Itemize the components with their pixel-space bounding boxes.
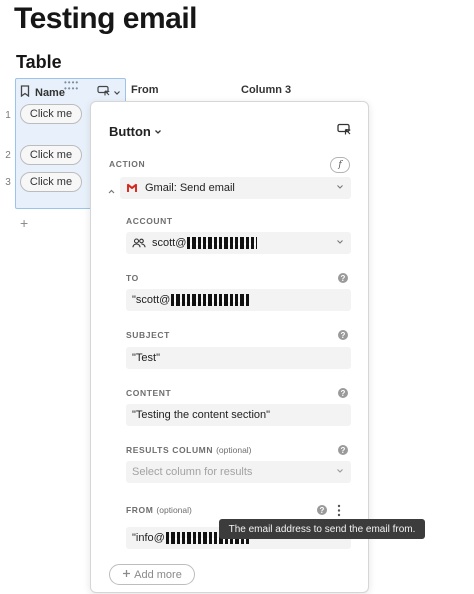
- to-value: "scott@: [132, 294, 171, 306]
- plus-icon: [122, 569, 131, 581]
- add-row-button[interactable]: +: [20, 215, 28, 231]
- column-type-icon[interactable]: [97, 84, 111, 102]
- name-column-header[interactable]: Name: [20, 85, 65, 100]
- action-label: ACTION: [109, 159, 146, 169]
- row-number: 1: [5, 110, 11, 121]
- collapse-chevron-icon[interactable]: [107, 183, 116, 201]
- help-icon[interactable]: ?: [317, 505, 327, 515]
- chevron-down-icon: [336, 237, 344, 249]
- tooltip: The email address to send the email from…: [219, 519, 425, 539]
- formula-icon: f: [338, 160, 342, 170]
- action-value: Gmail: Send email: [145, 182, 235, 194]
- people-icon: [132, 238, 146, 248]
- from-label-text: FROM: [126, 505, 154, 515]
- account-value: scott@: [152, 237, 187, 249]
- to-label: TO: [126, 273, 139, 283]
- results-column-placeholder: Select column for results: [132, 466, 253, 478]
- results-column-label: RESULTS COLUMN (optional): [126, 445, 252, 455]
- page-title: Testing email: [14, 2, 198, 35]
- subject-label: SUBJECT: [126, 330, 170, 340]
- from-value: "info@: [132, 532, 165, 544]
- account-select[interactable]: scott@: [126, 232, 351, 254]
- column-header-label: Name: [35, 86, 65, 99]
- optional-tag: (optional): [156, 505, 192, 515]
- row-number: 2: [5, 150, 11, 161]
- bookmark-icon: [20, 85, 30, 100]
- help-icon[interactable]: ?: [338, 273, 348, 283]
- optional-tag: (optional): [216, 445, 252, 455]
- panel-title[interactable]: Button: [109, 124, 162, 139]
- formula-button[interactable]: f: [330, 157, 350, 173]
- gmail-icon: [126, 183, 138, 193]
- column-options[interactable]: [97, 84, 121, 102]
- click-me-button[interactable]: Click me: [20, 104, 82, 124]
- redacted-text: [171, 294, 250, 306]
- help-icon[interactable]: ?: [338, 445, 348, 455]
- row-number: 3: [5, 177, 11, 188]
- section-title: Table: [16, 52, 62, 72]
- help-icon[interactable]: ?: [338, 330, 348, 340]
- column-header-from[interactable]: From: [131, 84, 159, 96]
- content-label: CONTENT: [126, 388, 172, 398]
- results-column-select[interactable]: Select column for results: [126, 461, 351, 483]
- to-field[interactable]: "scott@: [126, 289, 351, 311]
- click-me-button[interactable]: Click me: [20, 145, 82, 165]
- chevron-down-icon: [336, 182, 344, 194]
- subject-field[interactable]: "Test": [126, 347, 351, 369]
- chevron-down-icon: [336, 466, 344, 478]
- account-label: ACCOUNT: [126, 216, 173, 226]
- column-drag-handle[interactable]: •••• ••••: [64, 79, 79, 93]
- panel-title-label: Button: [109, 124, 151, 139]
- action-select[interactable]: Gmail: Send email: [120, 177, 351, 199]
- redacted-text: [187, 237, 258, 249]
- column-type-icon[interactable]: [337, 123, 352, 141]
- column-header-column-3[interactable]: Column 3: [241, 84, 291, 96]
- results-column-label-text: RESULTS COLUMN: [126, 445, 214, 455]
- content-field[interactable]: "Testing the content section": [126, 404, 351, 426]
- click-me-button[interactable]: Click me: [20, 172, 82, 192]
- help-icon[interactable]: ?: [338, 388, 348, 398]
- chevron-down-icon[interactable]: [113, 84, 121, 102]
- add-more-label: Add more: [134, 568, 182, 581]
- from-label: FROM (optional): [126, 505, 192, 515]
- add-more-button[interactable]: Add more: [109, 564, 195, 585]
- chevron-down-icon: [154, 124, 162, 139]
